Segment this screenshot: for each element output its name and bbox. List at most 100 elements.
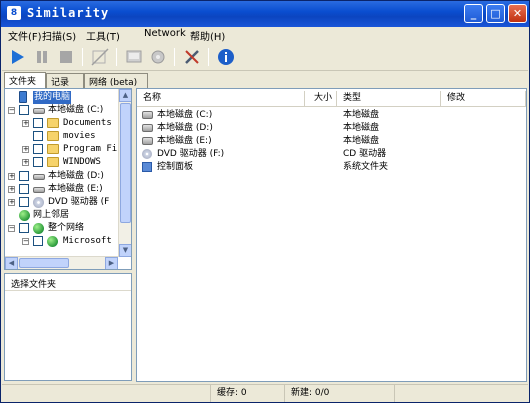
tree-node-label: 整个网络 <box>48 223 85 233</box>
folder-icon <box>47 144 59 154</box>
tree-node[interactable]: + Program Fi <box>5 143 118 156</box>
wrench-icon[interactable] <box>182 47 202 67</box>
scroll-down-button[interactable]: ▼ <box>119 244 131 257</box>
expand-toggle[interactable]: + <box>22 146 29 153</box>
checkbox[interactable] <box>33 118 43 128</box>
checkbox[interactable] <box>19 223 29 233</box>
tree-node[interactable]: + 本地磁盘 (D:) <box>5 170 118 183</box>
pause-icon[interactable] <box>32 47 52 67</box>
scroll-thumb[interactable] <box>120 103 131 223</box>
tree-node[interactable]: + WINDOWS <box>5 156 118 169</box>
maximize-button[interactable]: □ <box>486 4 505 23</box>
tree-node-label: 网上邻居 <box>33 210 70 220</box>
list-item-name: 控制面板 <box>157 162 194 172</box>
expand-toggle[interactable]: + <box>8 186 15 193</box>
tab-network[interactable]: 网络 (beta) <box>84 73 148 88</box>
tree-node-label: 我的电脑 <box>33 91 72 104</box>
checkbox[interactable] <box>33 131 43 141</box>
list-item[interactable]: 控制面板 系统文件夹 <box>137 161 526 173</box>
drive-icon <box>33 108 45 114</box>
stop-icon[interactable] <box>56 47 76 67</box>
checkbox[interactable] <box>19 105 29 115</box>
tree-node[interactable]: movies <box>5 130 118 143</box>
tree-node[interactable]: + DVD 驱动器 (F <box>5 196 118 209</box>
status-new: 新建: 0/0 <box>284 385 394 402</box>
scroll-thumb[interactable] <box>19 258 69 268</box>
list-item[interactable]: 本地磁盘 (D:) 本地磁盘 <box>137 122 526 134</box>
file-list[interactable]: 名称 大小 类型 修改 本地磁盘 (C:) 本地磁盘 本地磁盘 (D:) 本地磁… <box>136 88 527 382</box>
computer-icon <box>19 91 27 103</box>
toolbar-separator <box>116 48 117 66</box>
scroll-up-button[interactable]: ▲ <box>119 89 131 102</box>
list-item[interactable]: 本地磁盘 (C:) 本地磁盘 <box>137 109 526 121</box>
tree-node-label: movies <box>63 131 96 141</box>
app-icon: 8 <box>7 6 21 20</box>
tab-log[interactable]: 记录 <box>46 73 84 88</box>
menu-tools[interactable]: 工具(T) <box>86 28 120 43</box>
collapse-toggle[interactable]: − <box>8 107 15 114</box>
toolbar-separator <box>174 48 175 66</box>
tree-node-label: DVD 驱动器 (F <box>48 197 110 207</box>
column-header-modified[interactable]: 修改 <box>441 91 526 106</box>
expand-toggle[interactable]: + <box>22 159 29 166</box>
export-icon[interactable] <box>124 47 144 67</box>
menu-file[interactable]: 文件(F) <box>8 28 42 43</box>
tree-node[interactable]: − 本地磁盘 (C:) <box>5 104 118 117</box>
tree-node[interactable]: − 整个网络 <box>5 222 118 235</box>
expand-toggle[interactable]: + <box>8 199 15 206</box>
collapse-toggle[interactable]: − <box>8 225 15 232</box>
menu-help[interactable]: 帮助(H) <box>190 28 225 43</box>
checkbox[interactable] <box>19 171 29 181</box>
expand-toggle[interactable]: + <box>22 120 29 127</box>
gear-icon[interactable] <box>148 47 168 67</box>
tree-vertical-scrollbar[interactable]: ▲ ▼ <box>118 89 131 257</box>
minimize-button[interactable]: _ <box>464 4 483 23</box>
scroll-left-button[interactable]: ◀ <box>5 257 18 269</box>
toolbar <box>2 44 528 71</box>
collapse-toggle[interactable]: − <box>22 238 29 245</box>
checkbox[interactable] <box>33 236 43 246</box>
play-icon[interactable] <box>8 47 28 67</box>
status-main <box>2 385 202 402</box>
checkbox[interactable] <box>19 184 29 194</box>
tree-node-label: Program Fi <box>63 144 118 154</box>
list-item-type: CD 驱动器 <box>343 149 387 159</box>
drive-icon <box>142 137 153 145</box>
tree-node[interactable]: + 本地磁盘 (E:) <box>5 183 118 196</box>
close-button[interactable]: ✕ <box>508 4 527 23</box>
column-header-name[interactable]: 名称 <box>137 91 305 106</box>
control-panel-icon <box>142 162 152 172</box>
tree-horizontal-scrollbar[interactable]: ◀ ▶ <box>5 256 118 269</box>
list-item[interactable]: 本地磁盘 (E:) 本地磁盘 <box>137 135 526 147</box>
scroll-right-button[interactable]: ▶ <box>105 257 118 269</box>
tree-node[interactable]: 网上邻居 <box>5 209 118 222</box>
list-item-type: 本地磁盘 <box>343 123 380 133</box>
globe-icon <box>47 236 58 247</box>
menu-bar: 文件(F) 扫描(S) 工具(T) Network 帮助(H) <box>2 27 528 43</box>
checkbox[interactable] <box>19 197 29 207</box>
dvd-icon <box>33 197 44 208</box>
status-extra <box>394 385 528 402</box>
list-item-name: DVD 驱动器 (F:) <box>157 149 225 159</box>
tree-node[interactable]: + Documents <box>5 117 118 130</box>
toolbar-separator <box>82 48 83 66</box>
tree-node[interactable]: 我的电脑 <box>5 91 118 104</box>
checkbox[interactable] <box>33 144 43 154</box>
tree-node[interactable]: − Microsoft <box>5 235 118 248</box>
dvd-icon <box>142 149 152 159</box>
expand-toggle[interactable]: + <box>8 173 15 180</box>
clear-icon[interactable] <box>90 47 110 67</box>
info-icon[interactable] <box>216 47 236 67</box>
tree-node-label: Documents <box>63 118 112 128</box>
tree-node-label: 本地磁盘 (E:) <box>48 184 103 194</box>
menu-scan[interactable]: 扫描(S) <box>42 28 76 43</box>
checkbox[interactable] <box>33 157 43 167</box>
globe-icon <box>33 223 44 234</box>
column-header-type[interactable]: 类型 <box>337 91 441 106</box>
list-item[interactable]: DVD 驱动器 (F:) CD 驱动器 <box>137 148 526 160</box>
folder-tree[interactable]: 我的电脑 − 本地磁盘 (C:) + Documents movies + Pr… <box>4 88 132 270</box>
tab-folders[interactable]: 文件夹 <box>4 72 46 88</box>
column-header-size[interactable]: 大小 <box>305 91 337 106</box>
title-bar[interactable]: 8 Similarity _ □ ✕ <box>1 1 529 27</box>
menu-network[interactable]: Network <box>144 28 186 39</box>
